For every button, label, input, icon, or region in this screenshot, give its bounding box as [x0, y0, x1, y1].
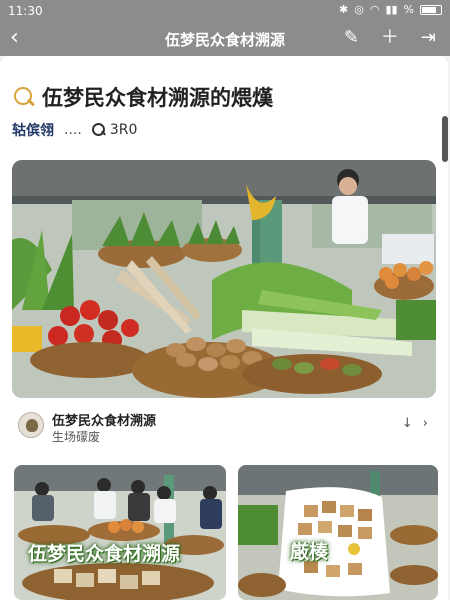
status-bar: 11:30 ✱ ◎ ◠ ▮▮ % — [0, 0, 450, 22]
wifi-icon: ◠ — [369, 3, 380, 16]
view-count-value: 3R0 — [109, 122, 138, 138]
share-icon[interactable]: ⇥ — [421, 27, 436, 49]
post-title: 伍梦民众食材溯源的煨熯 — [42, 86, 273, 110]
add-icon[interactable]: ＋ — [381, 27, 399, 49]
bluetooth-icon: ✱ — [339, 3, 349, 16]
author-link[interactable]: 轱傧翎 — [12, 120, 54, 140]
search-icon — [91, 123, 106, 137]
status-icons: ✱ ◎ ◠ ▮▮ % — [339, 3, 442, 16]
market-vegetables-illustration — [12, 160, 436, 398]
alarm-icon: ◎ — [354, 3, 364, 16]
post-meta: 轱傧翎 .... 3R0 — [12, 120, 137, 140]
hero-photo[interactable] — [12, 160, 436, 398]
battery-percent: % — [403, 3, 414, 16]
post-card: 伍梦民众食材溯源的煨熯 轱傧翎 .... 3R0 伍梦民众食材溯源 生场礞废 ↓… — [0, 56, 448, 600]
source-subtitle: 生场礞废 — [52, 430, 101, 444]
download-icon[interactable]: ↓ — [402, 416, 413, 431]
chevron-right-icon[interactable]: › — [423, 416, 428, 431]
source-actions: ↓ › — [402, 416, 428, 431]
thumbnail-2-caption: 厳楱 — [290, 541, 329, 563]
nav-actions: ✎ ＋ ⇥ — [344, 27, 436, 49]
food-platter-illustration — [238, 465, 438, 600]
source-avatar — [18, 412, 44, 438]
meta-ellipsis: .... — [64, 122, 82, 138]
signal-icon: ▮▮ — [385, 3, 398, 16]
market-vendors-illustration — [14, 465, 226, 600]
edit-icon[interactable]: ✎ — [344, 27, 359, 49]
source-row[interactable]: 伍梦民众食材溯源 生场礞废 ↓ › — [12, 406, 436, 452]
top-nav-bar: ‹ 伍梦民众食材溯源 ✎ ＋ ⇥ — [0, 22, 450, 56]
view-count: 3R0 — [91, 122, 138, 138]
source-name: 伍梦民众食材溯源 — [52, 414, 157, 429]
thumbnail-1-caption: 伍梦民众食材溯源 — [28, 543, 181, 565]
battery-icon — [420, 4, 442, 15]
thumbnail-2[interactable]: 厳楱 — [238, 465, 438, 600]
status-time: 11:30 — [8, 4, 43, 18]
thumbnail-1[interactable]: 伍梦民众食材溯源 — [14, 465, 226, 600]
magnifier-logo-icon — [12, 85, 36, 109]
scrollbar[interactable] — [442, 116, 448, 162]
post-header: 伍梦民众食材溯源的煨熯 — [12, 82, 273, 112]
